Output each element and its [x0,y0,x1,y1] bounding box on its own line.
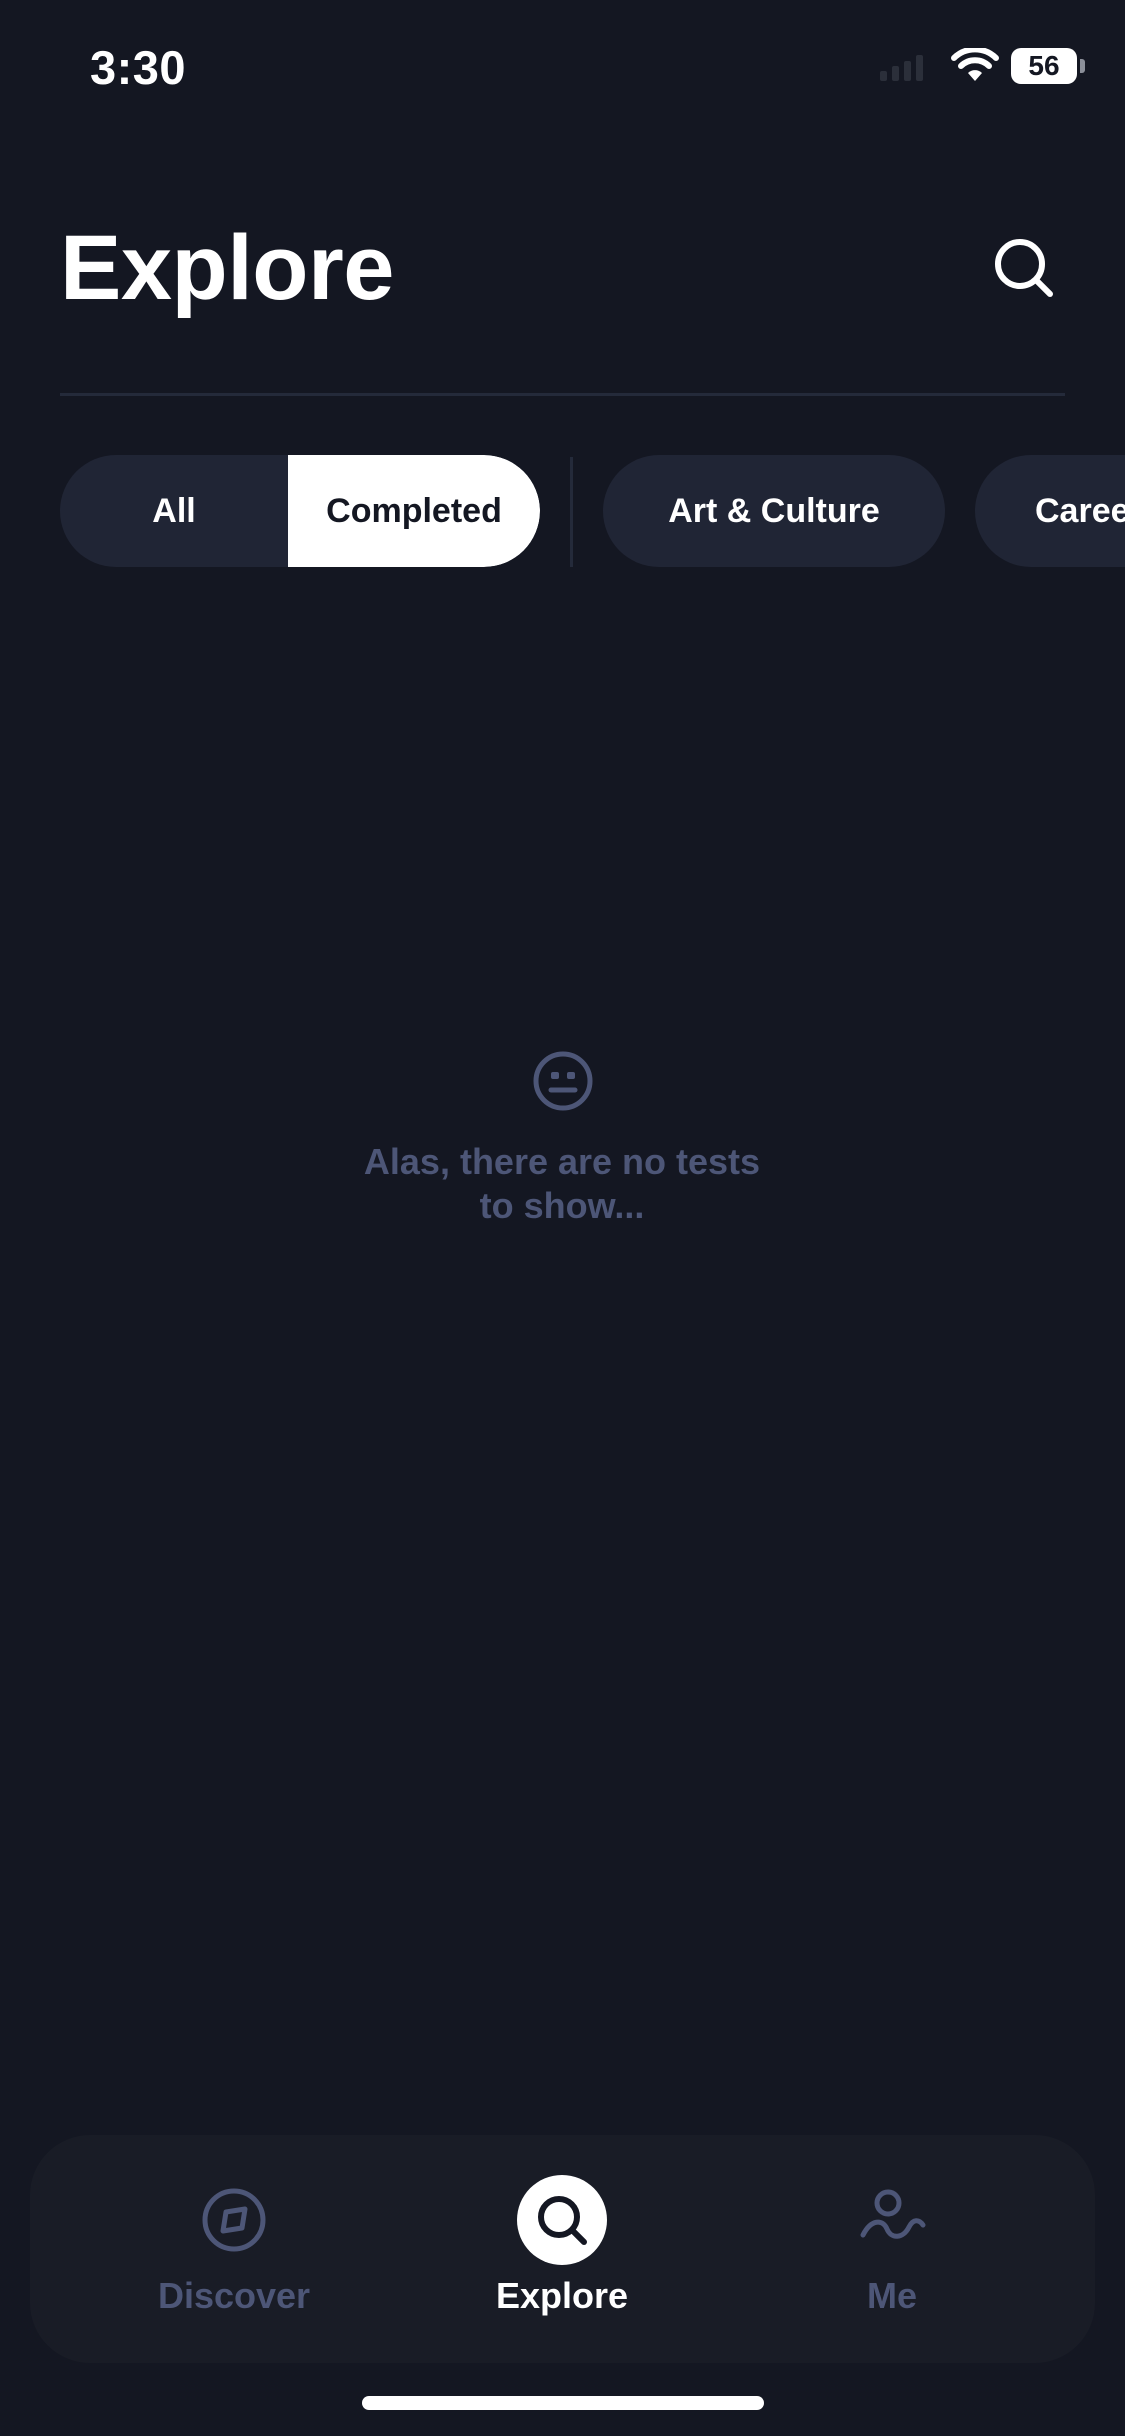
status-time: 3:30 [90,41,187,94]
status-bar: 3:30 56 [0,0,1125,140]
home-indicator [362,2396,764,2410]
search-button[interactable] [992,236,1056,300]
battery-level: 56 [1011,48,1077,84]
status-segmented-control: All Completed [60,455,540,567]
tab-discover-label: Discover [157,2275,311,2316]
status-icons: 56 [880,48,1085,84]
explore-screen: 3:30 56 Explore All Completed Art & Cult… [0,0,1125,2436]
tab-explore-label: Explore [495,2275,629,2316]
filter-completed-button[interactable]: Completed [288,455,540,567]
battery-icon: 56 [1011,48,1085,84]
category-chip-career[interactable]: Caree [975,455,1125,567]
search-icon [517,2175,607,2265]
page-title: Explore [60,217,394,319]
filter-separator [570,457,573,567]
tab-explore[interactable]: Explore [432,2135,692,2363]
empty-state-line-2: to show... [479,1185,645,1226]
compass-icon [189,2175,279,2265]
category-chip-art-culture[interactable]: Art & Culture [603,455,945,567]
wifi-icon [951,48,999,81]
tab-discover[interactable]: Discover [104,2135,364,2363]
neutral-face-icon [533,1051,593,1111]
filter-all-button[interactable]: All [60,455,288,567]
search-icon [995,239,1053,297]
filter-bar: All Completed Art & Culture Caree [60,455,1125,567]
tab-me[interactable]: Me [762,2135,1022,2363]
profile-icon [847,2175,937,2265]
tab-me-label: Me [866,2275,917,2316]
tab-bar: Discover Explore Me [30,2135,1095,2363]
empty-state-message: Alas, there are no tests to show... [262,1140,862,1228]
header-divider [60,393,1065,396]
empty-state-line-1: Alas, there are no tests [363,1141,761,1182]
signal-icon [880,51,923,81]
